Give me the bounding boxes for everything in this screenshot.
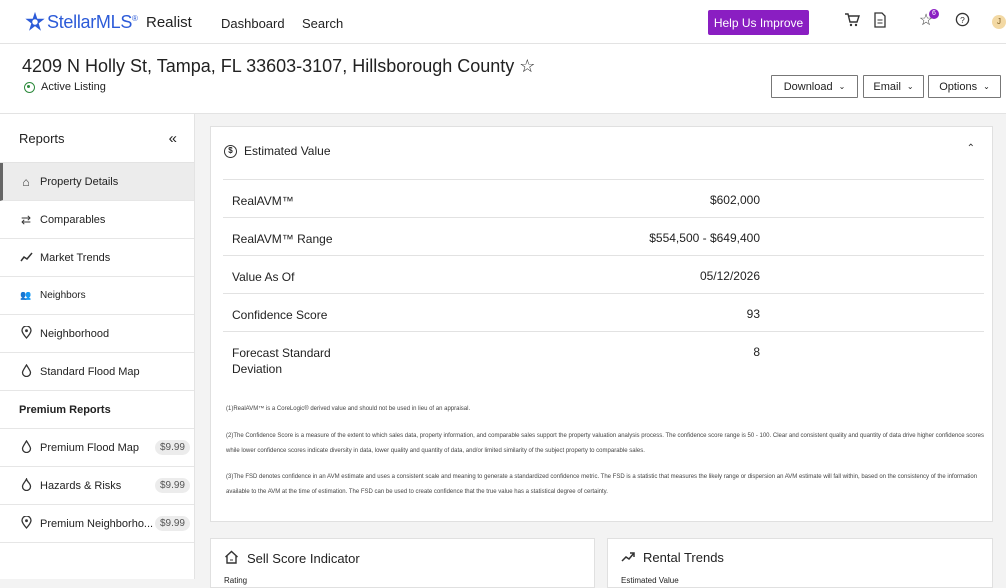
- card-subtitle: Estimated Value: [621, 576, 679, 585]
- stellarmls-logo[interactable]: StellarMLS®: [24, 11, 138, 33]
- premium-reports-heading: Premium Reports: [0, 391, 194, 429]
- rental-trends-card: Rental Trends Estimated Value: [607, 538, 993, 588]
- sidebar-item-comparables[interactable]: ⇄ Comparables: [0, 201, 194, 239]
- sidebar-title: Reports: [19, 130, 65, 146]
- logo-text: StellarMLS®: [47, 11, 138, 32]
- rental-trends-header[interactable]: Rental Trends: [621, 550, 724, 565]
- location-pin-icon: [24, 81, 35, 93]
- row-value: $554,500 - $649,400: [649, 231, 760, 245]
- property-address: 4209 N Holly St, Tampa, FL 33603-3107, H…: [22, 56, 536, 76]
- listing-status: Active Listing: [24, 81, 106, 93]
- footnote-fsd: (3)The FSD denotes confidence in an AVM …: [226, 474, 978, 495]
- email-button[interactable]: Email ⌄: [863, 75, 924, 98]
- sidebar-item-property-details[interactable]: ⌂ Property Details: [0, 163, 194, 201]
- sidebar-item-label: Neighbors: [40, 290, 86, 301]
- sidebar-item-market-trends[interactable]: Market Trends: [0, 239, 194, 277]
- sidebar-item-label: Hazards & Risks: [40, 479, 122, 492]
- sidebar-header: Reports «: [0, 114, 194, 163]
- document-icon[interactable]: [871, 12, 889, 30]
- row-value: 8: [753, 345, 760, 359]
- table-row: Forecast Standard Deviation 8: [223, 331, 984, 379]
- house-icon: [224, 550, 239, 567]
- favorites-badge: 6: [929, 9, 939, 19]
- sell-score-card: Sell Score Indicator Rating: [210, 538, 595, 588]
- card-title: Sell Score Indicator: [247, 551, 360, 566]
- top-navbar: StellarMLS® Realist Dashboard Search Hel…: [0, 0, 1006, 44]
- drop-icon: [19, 439, 33, 456]
- sell-score-header[interactable]: Sell Score Indicator: [224, 550, 360, 567]
- user-avatar[interactable]: J: [992, 15, 1006, 29]
- fire-icon: [19, 476, 33, 494]
- table-row: RealAVM™ Range $554,500 - $649,400: [223, 217, 984, 255]
- options-label: Options: [939, 80, 978, 93]
- location-pin-icon: [19, 324, 33, 342]
- email-label: Email: [873, 80, 901, 93]
- estimated-value-card: $ Estimated Value ⌃ RealAVM™ $602,000 Re…: [210, 126, 993, 522]
- collapse-sidebar-icon[interactable]: «: [169, 130, 177, 147]
- estimated-value-table: RealAVM™ $602,000 RealAVM™ Range $554,50…: [223, 179, 984, 379]
- row-value: 05/12/2026: [699, 269, 760, 283]
- table-row: Value As Of 05/12/2026: [223, 255, 984, 293]
- home-icon: ⌂: [22, 174, 30, 189]
- download-label: Download: [783, 80, 833, 93]
- sidebar-item-neighborhood[interactable]: Neighborhood: [0, 315, 194, 353]
- row-label: RealAVM™ Range: [232, 232, 333, 246]
- sidebar-item-neighbors[interactable]: 👥 Neighbors: [0, 277, 194, 315]
- help-us-improve-button[interactable]: Help Us Improve: [708, 10, 809, 35]
- svg-text:?: ?: [960, 15, 965, 25]
- price-badge: $9.99: [154, 440, 190, 455]
- table-row: Confidence Score 93: [223, 293, 984, 331]
- reports-sidebar: Reports « ⌂ Property Details ⇄ Comparabl…: [0, 114, 195, 579]
- row-label: Value As Of: [232, 270, 295, 284]
- footnote-avm: (1)RealAVM™ is a CoreLogic® derived valu…: [226, 406, 471, 412]
- card-subtitle: Rating: [224, 576, 248, 585]
- sidebar-item-label: Premium Neighborho...: [40, 517, 154, 530]
- nav-search[interactable]: Search: [302, 16, 343, 31]
- chevron-up-icon[interactable]: ⌃: [967, 143, 975, 154]
- sidebar-item-label: Property Details: [40, 175, 119, 188]
- row-label: Forecast Standard Deviation: [232, 346, 331, 376]
- estimated-value-header[interactable]: $ Estimated Value: [224, 144, 331, 158]
- dollar-circle-icon: $: [224, 144, 237, 158]
- row-value: $602,000: [709, 193, 760, 207]
- location-pin-icon: [19, 514, 33, 532]
- options-button[interactable]: Options ⌄: [928, 75, 1001, 98]
- sidebar-item-hazards-risks[interactable]: Hazards & Risks $9.99: [0, 467, 194, 505]
- footnote-confidence-score: (2)The Confidence Score is a measure of …: [226, 433, 984, 454]
- sidebar-item-premium-flood-map[interactable]: Premium Flood Map $9.99: [0, 429, 194, 467]
- card-title: Estimated Value: [244, 144, 331, 158]
- trend-up-icon: [621, 550, 635, 565]
- sidebar-item-label: Standard Flood Map: [40, 365, 140, 378]
- people-icon: 👥: [20, 290, 32, 300]
- chevron-down-icon: ⌄: [838, 82, 846, 91]
- card-title: Rental Trends: [643, 550, 724, 565]
- drop-icon: [19, 363, 33, 380]
- chevron-down-icon: ⌄: [906, 82, 914, 91]
- property-header: 4209 N Holly St, Tampa, FL 33603-3107, H…: [0, 44, 1006, 114]
- cart-icon[interactable]: [843, 12, 861, 30]
- app-name: Realist: [146, 14, 192, 31]
- sidebar-item-standard-flood-map[interactable]: Standard Flood Map: [0, 353, 194, 391]
- nav-dashboard[interactable]: Dashboard: [221, 16, 285, 31]
- sidebar-item-premium-neighborhood[interactable]: Premium Neighborho... $9.99: [0, 505, 194, 543]
- row-label: RealAVM™: [232, 194, 294, 208]
- listing-status-label: Active Listing: [41, 81, 106, 93]
- sidebar-item-label: Comparables: [40, 213, 106, 226]
- download-button[interactable]: Download ⌄: [771, 75, 858, 98]
- row-value: 93: [746, 307, 760, 321]
- table-row: RealAVM™ $602,000: [223, 179, 984, 217]
- swap-icon: ⇄: [20, 212, 32, 227]
- price-badge: $9.99: [154, 516, 190, 531]
- chevron-down-icon: ⌄: [983, 82, 990, 91]
- row-label: Confidence Score: [232, 308, 328, 322]
- price-badge: $9.99: [154, 478, 190, 493]
- sidebar-item-label: Market Trends: [40, 251, 111, 264]
- logo-star-icon: [25, 11, 45, 31]
- sidebar-item-label: Neighborhood: [40, 327, 110, 340]
- help-circle-icon[interactable]: ?: [953, 12, 971, 30]
- sidebar-item-label: Premium Flood Map: [40, 441, 140, 454]
- trend-icon: [19, 251, 33, 265]
